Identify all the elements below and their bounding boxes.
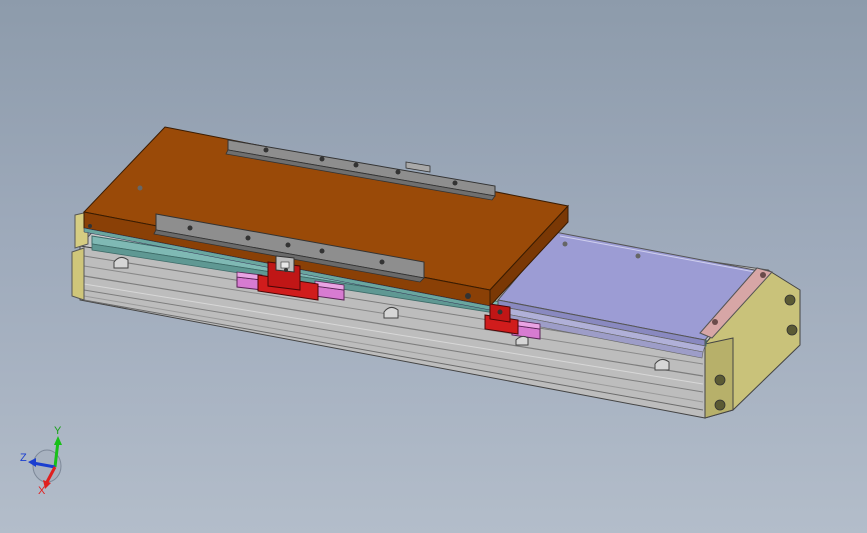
linear-module-model[interactable]: Y Z X [0,0,867,533]
base-clip-2 [383,306,399,319]
cad-viewport[interactable]: Y Z X [0,0,867,533]
triad-x-label: X [38,485,46,497]
xyz-axis-triad-icon[interactable]: Y Z X [20,425,62,497]
triad-y-label: Y [54,425,62,437]
triad-z-label: Z [20,452,27,464]
